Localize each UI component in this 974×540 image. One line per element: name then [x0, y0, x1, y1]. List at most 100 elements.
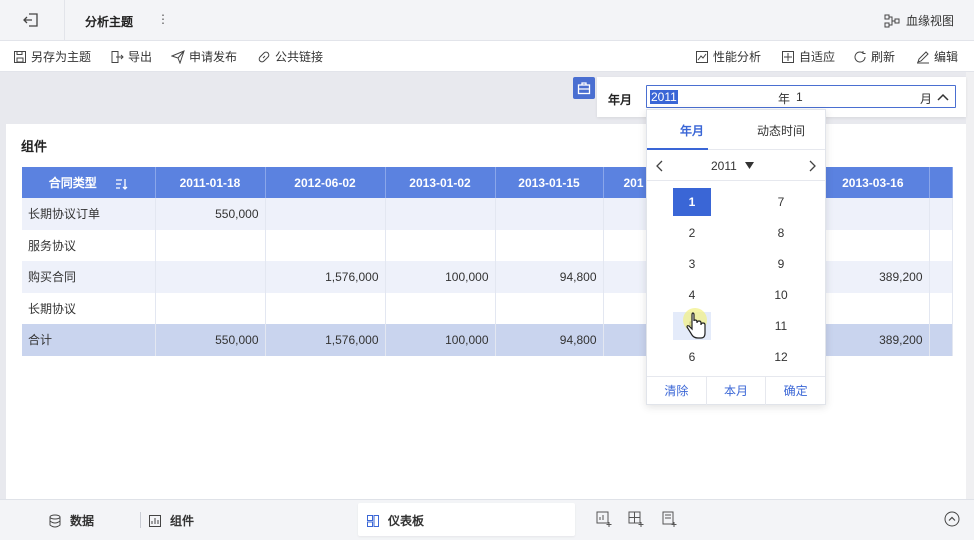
dashboard-tab-label: 仪表板 — [388, 514, 425, 528]
table-cell — [385, 198, 496, 230]
publish-request-label: 申请发布 — [189, 50, 238, 64]
lineage-view-label: 血缘视图 — [905, 14, 954, 28]
component-tab[interactable]: 组件 — [148, 512, 194, 529]
chevron-up-circle-icon[interactable] — [944, 511, 960, 527]
publish-request-button[interactable]: 申请发布 — [171, 48, 237, 65]
month-picker-dropdown: 年月 动态时间 2011 1 2 3 4 5 6 7 8 9 10 11 12 … — [646, 109, 826, 405]
year-value[interactable]: 2011 — [650, 90, 678, 104]
month-option[interactable]: 3 — [673, 250, 711, 278]
this-month-button[interactable]: 本月 — [707, 377, 767, 405]
month-option[interactable]: 9 — [762, 250, 800, 278]
table-cell — [495, 229, 604, 261]
database-icon — [49, 514, 61, 527]
chevron-right-icon[interactable] — [808, 160, 816, 172]
table-cell: 94,800 — [495, 324, 604, 356]
link-icon — [258, 51, 270, 62]
page-title: 分析主题 — [85, 15, 134, 29]
year-month-input[interactable]: 2011 年 1 月 — [646, 85, 956, 108]
column-header[interactable]: 2013-01-02 — [385, 167, 496, 198]
title-separator — [64, 0, 65, 41]
sort-icon[interactable] — [115, 178, 128, 190]
refresh-button[interactable]: 刷新 — [853, 48, 895, 65]
table-cell: 1,576,000 — [265, 324, 386, 356]
month-option[interactable]: 7 — [762, 188, 800, 216]
table-cell — [265, 292, 386, 324]
export-button[interactable]: 导出 — [110, 48, 152, 65]
year-selector: 2011 — [647, 151, 825, 181]
month-value[interactable]: 1 — [796, 90, 803, 104]
chevron-up-icon[interactable] — [937, 92, 949, 102]
toolbar: 另存为主题 导出 申请发布 公共链接 性能分析 自适应 刷新 编辑 — [0, 41, 974, 72]
data-tab[interactable]: 数据 — [48, 512, 94, 529]
table-cell: 550,000 — [155, 198, 266, 230]
bottom-bar: 数据 组件 仪表板 — [0, 499, 974, 540]
refresh-icon — [854, 50, 866, 62]
chart-icon — [149, 514, 161, 527]
month-unit: 月 — [920, 92, 933, 106]
save-as-theme-button[interactable]: 另存为主题 — [13, 48, 91, 65]
month-option[interactable]: 2 — [673, 219, 711, 247]
month-option[interactable]: 6 — [673, 343, 711, 371]
tab-dynamic-time[interactable]: 动态时间 — [757, 122, 805, 139]
clear-button[interactable]: 清除 — [647, 377, 707, 405]
save-as-theme-label: 另存为主题 — [31, 50, 92, 64]
lineage-view-button[interactable]: 血缘视图 — [884, 12, 954, 29]
chevron-left-icon[interactable] — [656, 160, 664, 172]
table-cell: 550,000 — [155, 324, 266, 356]
edit-button[interactable]: 编辑 — [916, 48, 958, 65]
performance-icon — [696, 50, 708, 63]
column-header[interactable]: 2012-06-02 — [265, 167, 386, 198]
refresh-label: 刷新 — [871, 50, 896, 64]
month-option[interactable]: 11 — [762, 312, 800, 340]
table-cell — [155, 292, 266, 324]
active-tab-indicator — [647, 148, 708, 150]
table-cell: 1,576,000 — [265, 261, 386, 293]
save-icon — [14, 50, 26, 63]
table-cell: 100,000 — [385, 261, 496, 293]
column-header[interactable]: 2011-01-18 — [155, 167, 266, 198]
table-cell — [155, 229, 266, 261]
public-link-label: 公共链接 — [275, 50, 324, 64]
table-cell-filler — [929, 198, 953, 230]
filter-briefcase-icon — [577, 82, 591, 95]
month-option[interactable]: 1 — [673, 188, 711, 216]
edit-label: 编辑 — [934, 50, 959, 64]
more-icon[interactable]: ⋮ — [157, 12, 169, 28]
table-cell — [265, 198, 386, 230]
month-option[interactable]: 12 — [762, 343, 800, 371]
add-layout-icon[interactable] — [627, 510, 645, 528]
dashboard-tab[interactable]: 仪表板 — [366, 512, 424, 529]
table-cell: 购买合同 — [22, 261, 156, 293]
component-tab-label: 组件 — [170, 514, 195, 528]
month-option[interactable]: 10 — [762, 281, 800, 309]
add-chart-icon[interactable] — [595, 510, 613, 528]
export-icon — [111, 50, 124, 63]
lineage-icon — [884, 14, 900, 27]
column-header[interactable]: 2013-01-15 — [495, 167, 604, 198]
performance-analysis-button[interactable]: 性能分析 — [695, 48, 761, 65]
dashboard-icon — [367, 514, 379, 527]
filter-label: 年月 — [608, 93, 633, 107]
performance-analysis-label: 性能分析 — [713, 50, 762, 64]
export-label: 导出 — [128, 50, 153, 64]
canvas-scrollbar[interactable] — [966, 72, 974, 499]
year-unit: 年 — [778, 92, 791, 106]
caret-down-icon[interactable] — [745, 162, 754, 169]
tab-year-month[interactable]: 年月 — [680, 122, 704, 139]
column-header[interactable]: 合同类型 — [22, 167, 156, 198]
table-cell-filler — [929, 229, 953, 261]
table-cell-filler — [929, 261, 953, 293]
title-bar: 分析主题 ⋮ 血缘视图 — [0, 0, 974, 41]
add-text-icon[interactable] — [660, 510, 678, 528]
table-cell: 合计 — [22, 324, 156, 356]
public-link-button[interactable]: 公共链接 — [257, 48, 323, 65]
filter-widget-icon[interactable] — [573, 77, 595, 99]
component-title: 组件 — [21, 139, 48, 154]
adaptive-button[interactable]: 自适应 — [781, 48, 835, 65]
picker-footer: 清除 本月 确定 — [647, 376, 825, 405]
month-option[interactable]: 8 — [762, 219, 800, 247]
confirm-button[interactable]: 确定 — [766, 377, 825, 405]
picker-year[interactable]: 2011 — [711, 159, 737, 173]
picker-tabs: 年月 动态时间 — [647, 110, 825, 150]
exit-icon[interactable] — [22, 12, 40, 28]
